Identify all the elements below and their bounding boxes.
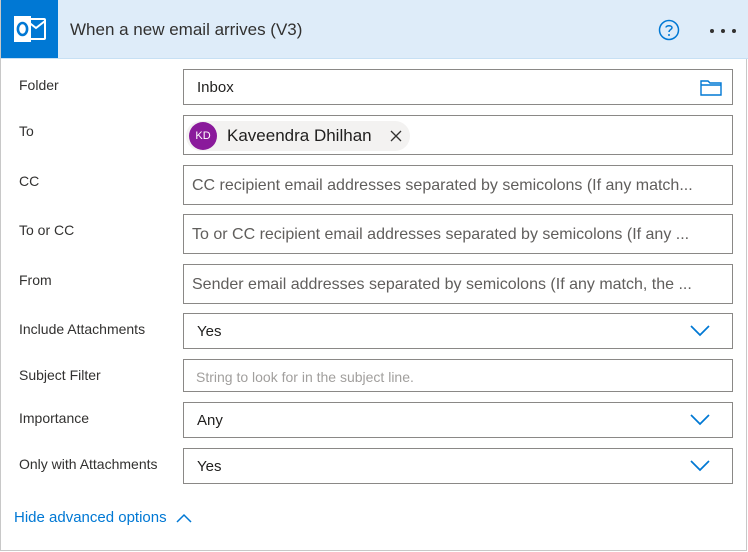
include-attachments-label: Include Attachments bbox=[19, 321, 146, 337]
from-placeholder: Sender email addresses separated by semi… bbox=[192, 276, 692, 293]
more-options-icon[interactable] bbox=[707, 21, 739, 39]
card-header[interactable]: When a new email arrives (V3) bbox=[1, 0, 748, 59]
include-attachments-value: Yes bbox=[197, 323, 222, 340]
from-input[interactable]: Sender email addresses separated by semi… bbox=[183, 264, 733, 304]
outlook-icon bbox=[1, 0, 58, 58]
trigger-card: When a new email arrives (V3) Folder Inb… bbox=[0, 0, 748, 551]
only-with-attachments-dropdown[interactable]: Yes bbox=[183, 448, 733, 484]
folder-field[interactable]: Inbox bbox=[183, 69, 733, 105]
chevron-down-icon[interactable] bbox=[690, 325, 710, 337]
recipient-name: Kaveendra Dhilhan bbox=[227, 126, 372, 145]
hide-advanced-options-label: Hide advanced options bbox=[14, 509, 167, 526]
to-or-cc-label: To or CC bbox=[19, 222, 75, 238]
avatar: KD bbox=[189, 122, 217, 150]
cc-label: CC bbox=[19, 173, 40, 189]
importance-dropdown[interactable]: Any bbox=[183, 402, 733, 438]
to-or-cc-placeholder: To or CC recipient email addresses separ… bbox=[192, 226, 690, 243]
subject-filter-placeholder: String to look for in the subject line. bbox=[196, 369, 414, 385]
card-title: When a new email arrives (V3) bbox=[70, 20, 303, 39]
close-icon[interactable] bbox=[390, 130, 402, 142]
folder-label: Folder bbox=[19, 77, 59, 93]
only-with-attachments-label: Only with Attachments bbox=[19, 456, 158, 472]
hide-advanced-options-link[interactable]: Hide advanced options bbox=[14, 509, 192, 526]
subject-filter-input[interactable]: String to look for in the subject line. bbox=[183, 359, 733, 392]
help-icon[interactable] bbox=[658, 19, 680, 41]
include-attachments-dropdown[interactable]: Yes bbox=[183, 313, 733, 349]
to-or-cc-input[interactable]: To or CC recipient email addresses separ… bbox=[183, 214, 733, 254]
to-field[interactable]: KD Kaveendra Dhilhan bbox=[183, 115, 733, 155]
from-label: From bbox=[19, 272, 52, 288]
only-with-attachments-value: Yes bbox=[197, 458, 222, 475]
chevron-up-icon bbox=[176, 513, 192, 523]
importance-label: Importance bbox=[19, 410, 90, 426]
to-label: To bbox=[19, 123, 34, 139]
cc-placeholder: CC recipient email addresses separated b… bbox=[192, 177, 693, 194]
folder-icon[interactable] bbox=[700, 78, 722, 96]
importance-value: Any bbox=[197, 412, 223, 429]
cc-input[interactable]: CC recipient email addresses separated b… bbox=[183, 165, 733, 205]
chevron-down-icon[interactable] bbox=[690, 460, 710, 472]
recipient-chip[interactable]: KD Kaveendra Dhilhan bbox=[186, 121, 410, 151]
subject-filter-label: Subject Filter bbox=[19, 367, 101, 383]
chevron-down-icon[interactable] bbox=[690, 414, 710, 426]
folder-value: Inbox bbox=[197, 79, 234, 96]
